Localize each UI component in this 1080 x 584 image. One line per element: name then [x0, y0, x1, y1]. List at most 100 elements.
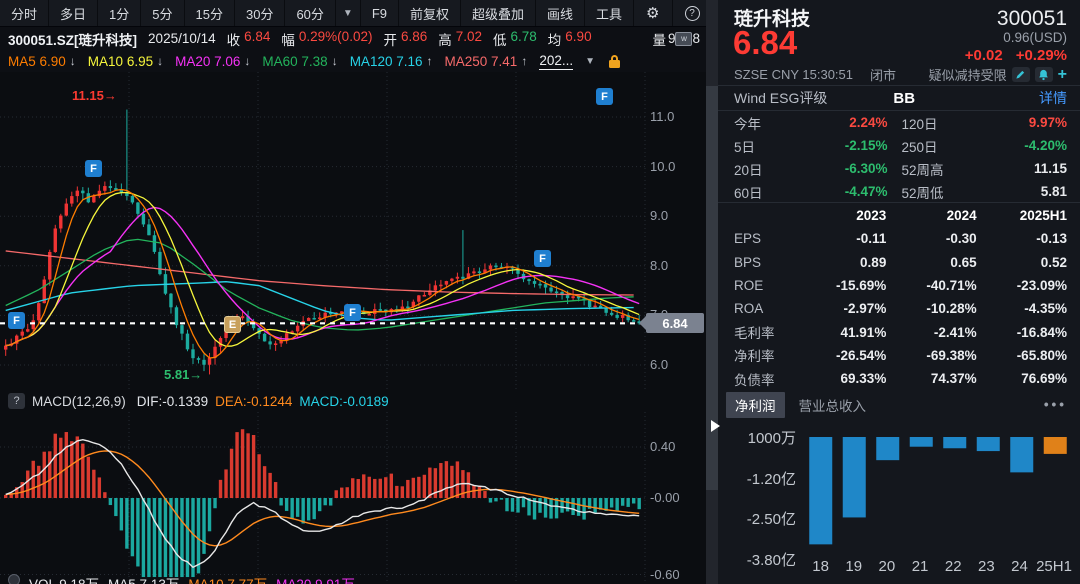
fin-table-row-ROA: ROA-2.97%-10.28%-4.35% [734, 297, 1067, 320]
ma-item-MA5[interactable]: MA5 6.90↓ [8, 54, 76, 69]
add-to-watchlist-icon[interactable]: + [1058, 67, 1067, 83]
event-marker-F[interactable]: F [8, 312, 25, 329]
volume-value-left: 9 [668, 31, 676, 46]
fin-metric-label: ROA [734, 301, 796, 316]
macd-dea-value: DEA:-0.1244 [215, 394, 292, 409]
fin-metric-value: -65.80% [977, 348, 1067, 363]
event-marker-F[interactable]: F [344, 304, 361, 321]
stock-code: 300051 [997, 7, 1067, 31]
event-marker-F[interactable]: F [85, 160, 102, 177]
fin-metric-label: EPS [734, 231, 796, 246]
fin-metric-label: BPS [734, 255, 796, 270]
tab-period-30分[interactable]: 30分 [235, 0, 285, 26]
barchart-ytick--1.20亿: -1.20亿 [724, 468, 796, 489]
fin-metric-label: 毛利率 [734, 322, 796, 342]
candlestick-chart[interactable]: 11.010.09.08.07.06.06.8411.15→5.81→FFFFF… [0, 72, 706, 390]
vol-ma-value: VOL 9.18万 [29, 573, 99, 584]
esg-detail-link[interactable]: 详情 [1039, 88, 1067, 108]
fin-table-header: 2025H1 [977, 208, 1067, 223]
macd-macd-value: MACD:-0.0189 [299, 394, 388, 409]
macd-chart[interactable]: 0.40-0.00-0.60 [0, 412, 706, 584]
esg-rating: BB [893, 90, 915, 107]
perf-row: 20日-6.30%52周高11.15 [734, 157, 1067, 180]
event-marker-F[interactable]: F [534, 250, 551, 267]
fin-table-row-毛利率: 毛利率41.91%-2.41%-16.84% [734, 320, 1067, 343]
edit-pencil-icon[interactable] [1012, 67, 1030, 82]
ma-item-MA60[interactable]: MA60 7.38↓ [262, 54, 337, 69]
fin-metric-value: -16.84% [977, 325, 1067, 340]
popup-window-icon[interactable]: w [675, 32, 692, 46]
fin-metric-value: 0.52 [977, 255, 1067, 270]
exchange-currency-time: SZSE CNY 15:30:51 [734, 67, 853, 82]
perf-row: 5日-2.15%250日-4.20% [734, 134, 1067, 157]
tab-period-15分[interactable]: 15分 [185, 0, 235, 26]
ma20-line [6, 207, 639, 345]
macd-chart-canvas[interactable] [0, 412, 706, 584]
barchart-xtick-19: 19 [837, 558, 870, 575]
divider [718, 202, 1080, 203]
vol-indicator-icon[interactable] [8, 574, 20, 584]
net-profit-bar-chart: 1000万-1.20亿-2.50亿-3.80亿1819202122232425H… [718, 420, 1080, 580]
fin-metric-value: 76.69% [977, 371, 1067, 386]
performance-grid: 今年2.24%120日9.97%5日-2.15%250日-4.20%20日-6.… [734, 111, 1067, 203]
perf-value: 9.97% [964, 115, 1068, 130]
ma-item-MA250[interactable]: MA250 7.41↑ [445, 54, 528, 69]
tab-period-60分[interactable]: 60分 [285, 0, 335, 26]
macd-indicator-bar: ? MACD(12,26,9) DIF:-0.1339 DEA:-0.1244 … [0, 390, 706, 412]
tab-period-多日[interactable]: 多日 [49, 0, 98, 26]
price-axis-tick-10.0: 10.0 [650, 159, 675, 174]
price-axis-tick-11.0: 11.0 [650, 109, 674, 124]
event-marker-E[interactable]: E [224, 316, 241, 333]
toolbar-button-画线[interactable]: 画线 [536, 0, 585, 26]
fin-metric-value: -4.35% [977, 301, 1067, 316]
perf-value: -2.15% [784, 138, 888, 153]
fin-metric-value: -0.30 [886, 231, 976, 246]
ma-period-selector[interactable]: 202... [539, 53, 573, 70]
price-change: +0.02 [965, 47, 1003, 64]
tab-period-1分[interactable]: 1分 [98, 0, 141, 26]
last-price-tag: 6.84 [646, 313, 704, 333]
volume-value-right: 8 [692, 31, 700, 46]
perf-label: 250日 [902, 136, 964, 156]
help-icon[interactable]: ? [8, 393, 25, 409]
market-status: 闭市 [870, 65, 896, 84]
settings-gear-icon[interactable]: ⚙ [634, 0, 672, 26]
macd-axis-tick--0.00: -0.00 [650, 490, 680, 505]
tab-net-profit[interactable]: 净利润 [726, 392, 785, 418]
price-axis-tick-6.0: 6.0 [650, 357, 668, 372]
fin-table-row-BPS: BPS0.890.650.52 [734, 251, 1067, 274]
fin-table-row-ROE: ROE-15.69%-40.71%-23.09% [734, 274, 1067, 297]
fin-metric-value: -23.09% [977, 278, 1067, 293]
volume-indicator-bar: VOL 9.18万MA5 7.13万MA10 7.77万MA20 9.91万 [0, 573, 706, 584]
fin-table-header-row: 202320242025H1 [734, 204, 1067, 227]
period-dropdown-icon[interactable]: ▼ [336, 0, 361, 26]
price-axis-tick-9.0: 9.0 [650, 208, 668, 223]
panel-divider-scrollbar[interactable] [706, 0, 718, 584]
toolbar-button-工具[interactable]: 工具 [585, 0, 634, 26]
lock-icon[interactable] [609, 55, 620, 68]
toolbar-button-超级叠加[interactable]: 超级叠加 [461, 0, 536, 26]
barchart-ytick--3.80亿: -3.80亿 [724, 549, 796, 570]
tab-total-revenue[interactable]: 营业总收入 [799, 395, 867, 415]
ma-item-MA20[interactable]: MA20 7.06↓ [175, 54, 250, 69]
macd-title[interactable]: MACD(12,26,9) [32, 394, 126, 409]
barchart-xtick-23: 23 [970, 558, 1003, 575]
perf-label: 52周高 [902, 159, 964, 179]
fin-metric-value: 0.65 [886, 255, 976, 270]
fin-metric-label: 负债率 [734, 369, 796, 389]
more-options-icon[interactable]: ••• [1044, 397, 1067, 412]
event-marker-F[interactable]: F [596, 88, 613, 105]
toolbar-button-F9[interactable]: F9 [361, 0, 399, 26]
collapse-panel-arrow-icon[interactable] [711, 420, 720, 432]
toolbar-button-前复权[interactable]: 前复权 [399, 0, 461, 26]
ma-item-MA10[interactable]: MA10 6.95↓ [88, 54, 163, 69]
fin-table-header: 2023 [796, 208, 886, 223]
alert-bell-icon[interactable] [1035, 67, 1053, 82]
ma-dropdown-icon[interactable]: ▼ [585, 56, 595, 67]
vol-ma-value: MA10 7.77万 [188, 573, 267, 584]
ma-item-MA120[interactable]: MA120 7.16↑ [350, 54, 433, 69]
tab-period-分时[interactable]: 分时 [0, 0, 49, 26]
tab-period-5分[interactable]: 5分 [141, 0, 184, 26]
fin-metric-value: 41.91% [796, 325, 886, 340]
main-chart-canvas[interactable] [0, 72, 706, 390]
